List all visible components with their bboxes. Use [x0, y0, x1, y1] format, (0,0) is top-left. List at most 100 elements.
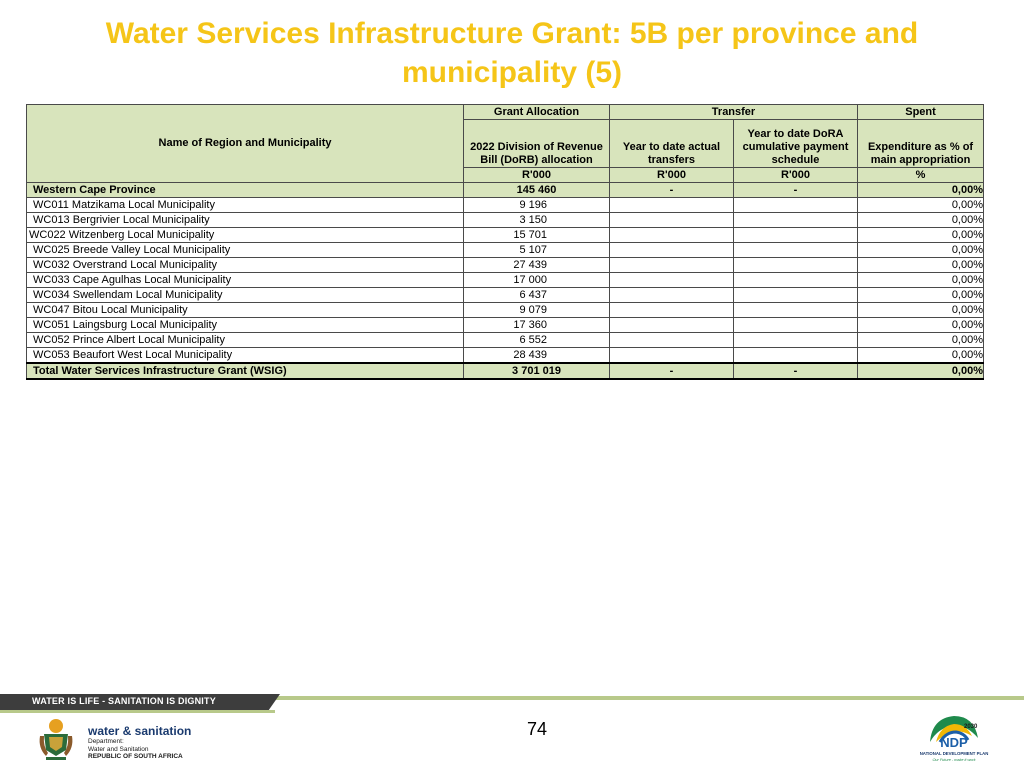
province-row: Western Cape Province 145 460 - - 0,00%	[26, 182, 985, 198]
row-allocation: 3 150	[463, 212, 610, 228]
row-allocation: 27 439	[463, 257, 610, 273]
row-ytd-dora	[732, 212, 859, 228]
footer-band: WATER IS LIFE - SANITATION IS DIGNITY	[0, 694, 1024, 713]
table-row: WC051 Laingsburg Local Municipality 17 36…	[26, 317, 985, 333]
row-ytd-dora: -	[732, 182, 859, 198]
row-ytd-dora	[732, 227, 859, 243]
row-allocation: 145 460	[463, 182, 610, 198]
header-name: Name of Region and Municipality	[26, 104, 464, 183]
table-row: WC013 Bergrivier Local Municipality 3 150…	[26, 212, 985, 228]
header-ytd-dora: Year to date DoRA cumulative payment sch…	[732, 119, 859, 168]
row-pct: 0,00%	[857, 287, 985, 303]
row-name: WC013 Bergrivier Local Municipality	[26, 212, 464, 228]
row-pct: 0,00%	[857, 257, 985, 273]
row-allocation: 17 000	[463, 272, 610, 288]
coat-of-arms-icon	[39, 719, 73, 760]
row-name: Western Cape Province	[26, 182, 464, 198]
department-line-2: Water and Sanitation	[88, 745, 149, 753]
row-ytd-dora	[732, 242, 859, 258]
row-ytd-actual	[609, 197, 734, 213]
row-ytd-actual	[609, 347, 734, 364]
row-pct: 0,00%	[857, 347, 985, 364]
table-row: WC052 Prince Albert Local Municipality 6 …	[26, 332, 985, 348]
row-ytd-actual	[609, 212, 734, 228]
row-name: WC051 Laingsburg Local Municipality	[26, 317, 464, 333]
row-pct: 0,00%	[857, 212, 985, 228]
grant-table: Name of Region and Municipality Grant Al…	[26, 104, 985, 380]
row-name: WC047 Bitou Local Municipality	[26, 302, 464, 318]
row-pct: 0,00%	[857, 362, 985, 380]
row-pct: 0,00%	[857, 272, 985, 288]
row-ytd-actual: -	[609, 182, 734, 198]
footer-slogan: WATER IS LIFE - SANITATION IS DIGNITY	[32, 696, 216, 706]
row-ytd-actual	[609, 332, 734, 348]
row-name: WC053 Beaufort West Local Municipality	[26, 347, 464, 364]
table-row: WC022 Witzenberg Local Municipality 15 70…	[26, 227, 985, 243]
unit-ytd-actual: R'000	[609, 167, 734, 183]
row-ytd-dora	[732, 197, 859, 213]
table-row: WC033 Cape Agulhas Local Municipality 17 …	[26, 272, 985, 288]
ndp-year: 2030	[964, 724, 978, 730]
header-spent: Spent	[857, 104, 985, 120]
row-allocation: 28 439	[463, 347, 610, 364]
table-row: WC032 Overstrand Local Municipality 27 43…	[26, 257, 985, 273]
row-allocation: 3 701 019	[463, 362, 610, 380]
page-number: 74	[526, 719, 548, 739]
row-ytd-actual	[609, 242, 734, 258]
row-pct: 0,00%	[857, 197, 985, 213]
row-ytd-dora: -	[732, 362, 859, 380]
ndp-tagline: Our Future - make it work	[932, 758, 976, 762]
table-row: WC025 Breede Valley Local Municipality 5 …	[26, 242, 985, 258]
page-title: Water Services Infrastructure Grant: 5B …	[105, 17, 919, 89]
table-row: WC011 Matzikama Local Municipality 9 196 0…	[26, 197, 985, 213]
row-ytd-actual	[609, 317, 734, 333]
row-name: WC032 Overstrand Local Municipality	[26, 257, 464, 273]
row-ytd-actual	[609, 227, 734, 243]
row-pct: 0,00%	[857, 332, 985, 348]
footer-underline	[0, 710, 275, 713]
table-row: WC034 Swellendam Local Municipality 6 437…	[26, 287, 985, 303]
row-ytd-actual	[609, 272, 734, 288]
row-ytd-dora	[732, 317, 859, 333]
row-name: WC034 Swellendam Local Municipality	[26, 287, 464, 303]
row-allocation: 6 552	[463, 332, 610, 348]
footer-accent-line	[270, 696, 1024, 700]
row-allocation: 5 107	[463, 242, 610, 258]
row-name: WC025 Breede Valley Local Municipality	[26, 242, 464, 258]
table-row: WC047 Bitou Local Municipality 9 079 0,00%	[26, 302, 985, 318]
department-block: water & sanitation Department: Water and…	[88, 724, 191, 761]
row-allocation: 6 437	[463, 287, 610, 303]
header-ytd-actual: Year to date actual transfers	[609, 119, 734, 168]
row-ytd-dora	[732, 287, 859, 303]
row-name: WC052 Prince Albert Local Municipality	[26, 332, 464, 348]
row-pct: 0,00%	[857, 182, 985, 198]
row-allocation: 17 360	[463, 317, 610, 333]
row-name: WC022 Witzenberg Local Municipality	[26, 227, 464, 243]
header-grant-allocation: Grant Allocation	[463, 104, 610, 120]
total-row: Total Water Services Infrastructure Gran…	[26, 362, 985, 380]
row-ytd-actual	[609, 302, 734, 318]
row-ytd-dora	[732, 302, 859, 318]
unit-expenditure: %	[857, 167, 985, 183]
table-row: WC053 Beaufort West Local Municipality 28…	[26, 347, 985, 364]
row-ytd-actual	[609, 287, 734, 303]
ndp-name: NATIONAL DEVELOPMENT PLAN	[920, 751, 989, 756]
ndp-abbr: NDP	[940, 735, 968, 750]
unit-allocation: R'000	[463, 167, 610, 183]
row-pct: 0,00%	[857, 302, 985, 318]
row-ytd-dora	[732, 257, 859, 273]
row-pct: 0,00%	[857, 227, 985, 243]
row-name: WC011 Matzikama Local Municipality	[26, 197, 464, 213]
ndp-logo-icon: 2030 NDP NATIONAL DEVELOPMENT PLAN Our F…	[920, 716, 989, 762]
row-ytd-dora	[732, 347, 859, 364]
department-line-1: Department:	[88, 738, 124, 745]
row-name: Total Water Services Infrastructure Gran…	[26, 362, 464, 380]
header-dorb: 2022 Division of Revenue Bill (DoRB) all…	[463, 119, 610, 168]
department-line-3: REPUBLIC OF SOUTH AFRICA	[88, 753, 183, 760]
header-expenditure: Expenditure as % of main appropriation	[857, 119, 985, 168]
row-name: WC033 Cape Agulhas Local Municipality	[26, 272, 464, 288]
row-ytd-dora	[732, 272, 859, 288]
row-allocation: 9 196	[463, 197, 610, 213]
unit-ytd-dora: R'000	[732, 167, 859, 183]
row-pct: 0,00%	[857, 242, 985, 258]
